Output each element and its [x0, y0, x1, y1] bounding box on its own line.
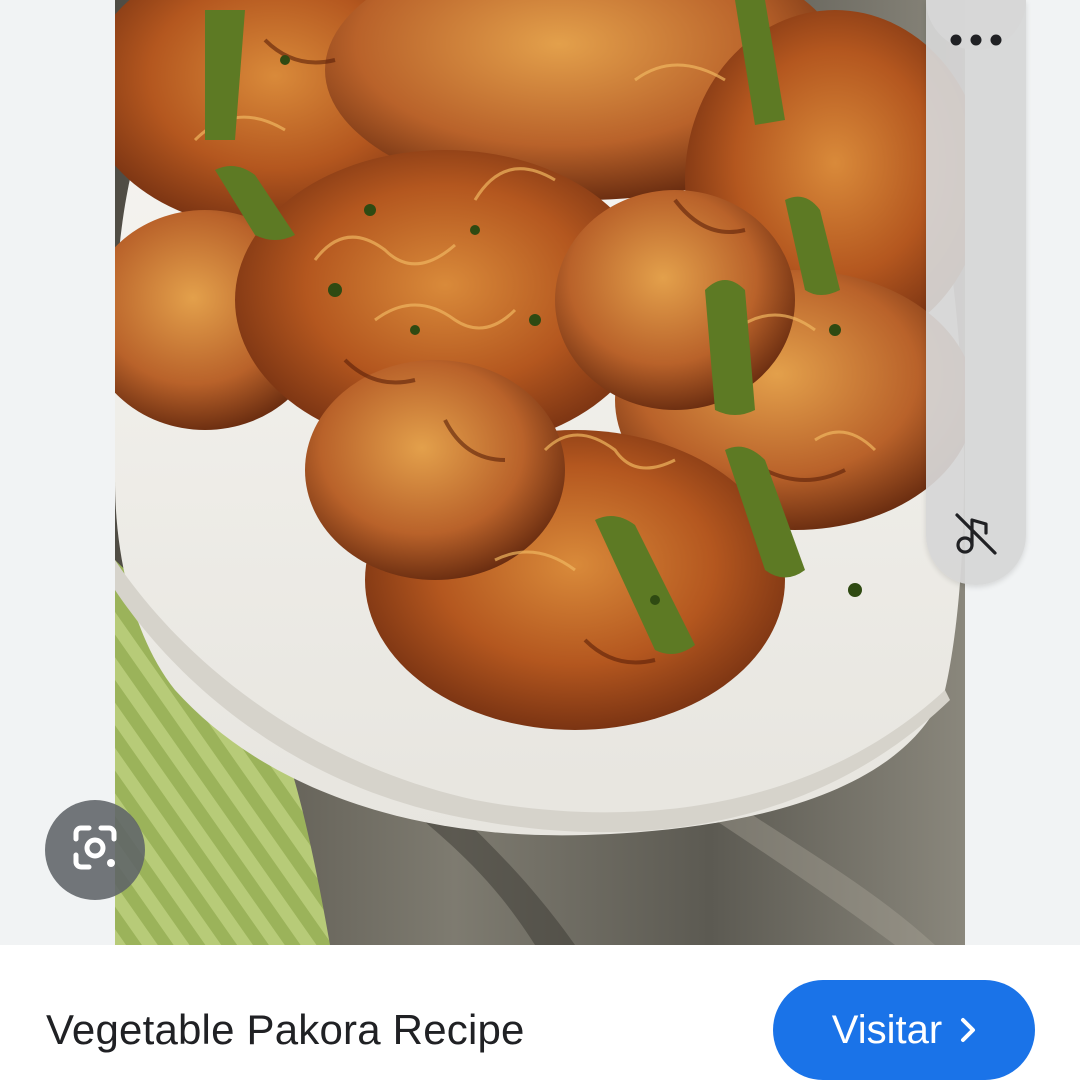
sound-off-icon — [953, 511, 999, 562]
result-title[interactable]: Vegetable Pakora Recipe — [46, 1006, 525, 1054]
visit-button-label: Visitar — [831, 1007, 943, 1052]
image-viewer — [0, 0, 1080, 945]
more-horizontal-icon — [949, 33, 1003, 52]
more-options-button[interactable] — [944, 18, 1008, 66]
result-image[interactable] — [115, 0, 965, 945]
visit-button[interactable]: Visitar — [773, 980, 1035, 1080]
lens-search-button[interactable] — [45, 800, 145, 900]
google-lens-icon — [68, 821, 122, 880]
mute-audio-button[interactable] — [948, 508, 1004, 564]
image-actions-pill — [926, 0, 1026, 585]
chevron-right-icon — [960, 1017, 976, 1043]
